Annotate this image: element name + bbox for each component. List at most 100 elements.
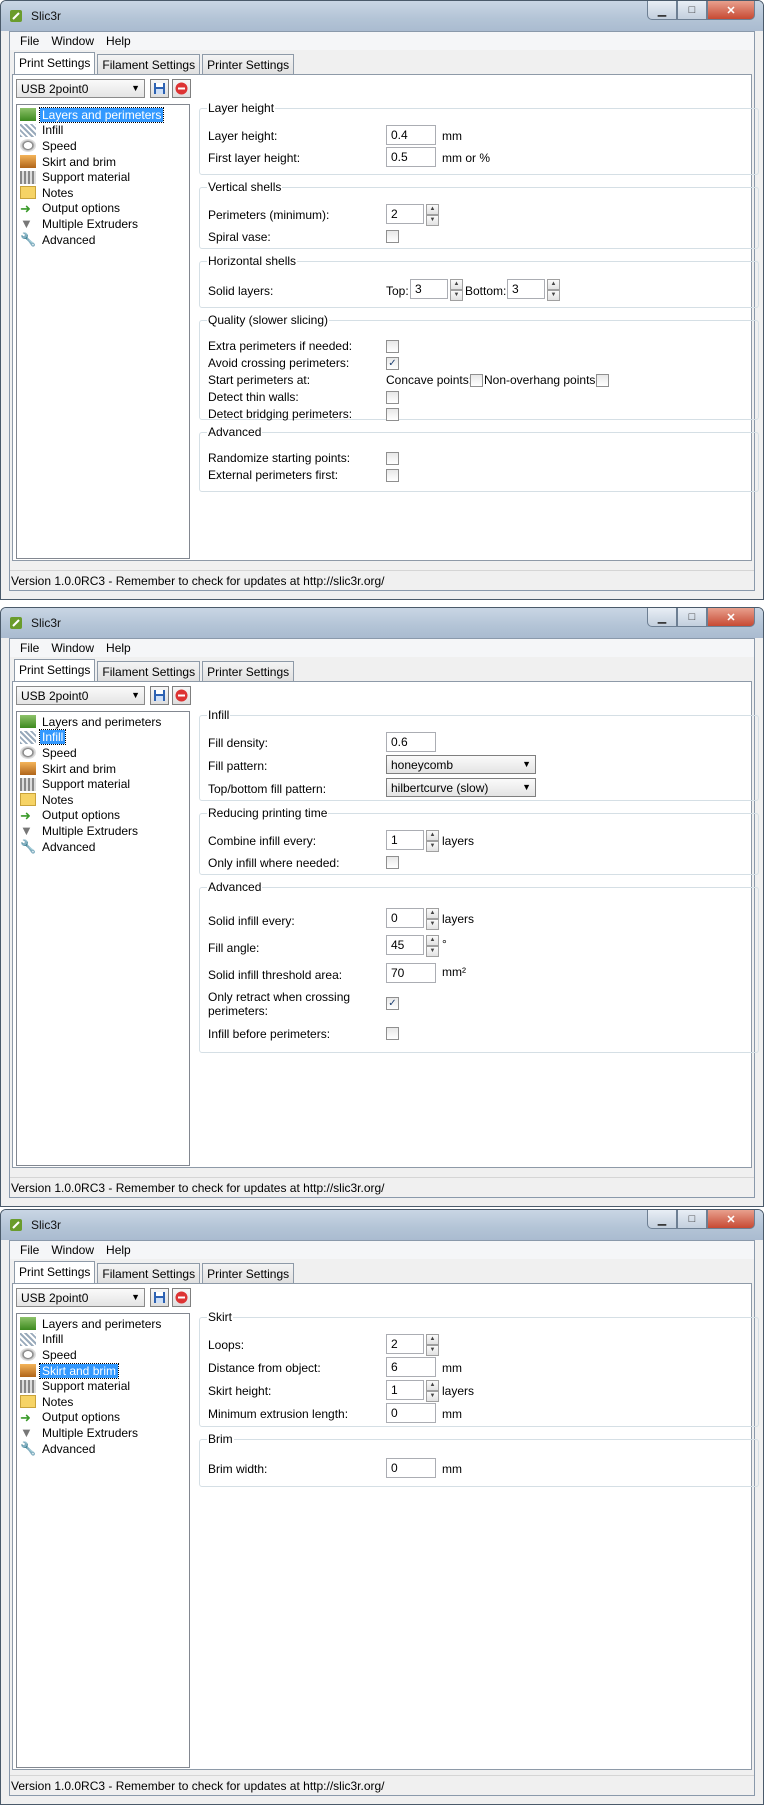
menu-help[interactable]: Help [100, 639, 137, 657]
top-bottom-pattern-select[interactable]: hilbertcurve (slow) ▼ [386, 778, 536, 797]
tree-item-notes[interactable]: Notes [17, 792, 189, 808]
perimeters-spinner[interactable]: ▲ ▼ [426, 204, 439, 226]
preset-select[interactable]: USB 2point0 ▼ [16, 1288, 145, 1307]
tree-item-speed[interactable]: Speed [17, 1347, 189, 1363]
solid-threshold-input[interactable]: 70 [386, 963, 436, 983]
tree-item-speed[interactable]: Speed [17, 138, 189, 154]
delete-preset-button[interactable] [172, 1288, 191, 1307]
tab-print-settings[interactable]: Print Settings [14, 1261, 96, 1283]
perimeters-input[interactable]: 2 [386, 204, 424, 224]
tree-item-extruders[interactable]: ▼ Multiple Extruders [17, 216, 189, 232]
solid-infill-every-spinner[interactable]: ▲ ▼ [426, 908, 439, 930]
infill-before-perimeters-checkbox[interactable] [386, 1027, 399, 1040]
tab-filament-settings[interactable]: Filament Settings [97, 661, 201, 681]
title-bar[interactable]: Slic3r ▁ □ ✕ [1, 1, 763, 31]
minimize-button[interactable]: ▁ [647, 1, 677, 20]
tree-item-skirt[interactable]: Skirt and brim [17, 1362, 189, 1379]
tree-item-advanced[interactable]: 🔧 Advanced [17, 1441, 189, 1457]
tab-printer-settings[interactable]: Printer Settings [202, 661, 295, 681]
tree-item-infill[interactable]: Infill [17, 729, 189, 746]
tree-item-support[interactable]: Support material [17, 1378, 189, 1394]
loops-input[interactable]: 2 [386, 1334, 424, 1354]
fill-pattern-select[interactable]: honeycomb ▼ [386, 755, 536, 774]
min-extrusion-input[interactable]: 0 [386, 1403, 436, 1423]
tree-item-output[interactable]: ➜ Output options [17, 1410, 189, 1426]
loops-spinner[interactable]: ▲ ▼ [426, 1334, 439, 1356]
first-layer-height-input[interactable]: 0.5 [386, 147, 436, 167]
tree-item-extruders[interactable]: ▼ Multiple Extruders [17, 823, 189, 839]
save-preset-button[interactable] [150, 686, 169, 705]
spiral-vase-checkbox[interactable] [386, 230, 399, 243]
concave-points-checkbox[interactable] [470, 374, 483, 387]
tab-filament-settings[interactable]: Filament Settings [97, 1263, 201, 1283]
maximize-button[interactable]: □ [677, 1210, 707, 1229]
minimize-button[interactable]: ▁ [647, 1210, 677, 1229]
brim-width-input[interactable]: 0 [386, 1458, 436, 1478]
fill-angle-input[interactable]: 45 [386, 935, 424, 955]
tree-item-speed[interactable]: Speed [17, 745, 189, 761]
preset-select[interactable]: USB 2point0 ▼ [16, 686, 145, 705]
maximize-button[interactable]: □ [677, 1, 707, 20]
minimize-button[interactable]: ▁ [647, 608, 677, 627]
close-button[interactable]: ✕ [707, 1, 755, 20]
close-button[interactable]: ✕ [707, 1210, 755, 1229]
non-overhang-checkbox[interactable] [596, 374, 609, 387]
tab-printer-settings[interactable]: Printer Settings [202, 54, 295, 74]
title-bar[interactable]: Slic3r ▁ □ ✕ [1, 608, 763, 638]
tab-printer-settings[interactable]: Printer Settings [202, 1263, 295, 1283]
top-layers-input[interactable]: 3 [410, 279, 448, 299]
tree-item-output[interactable]: ➜ Output options [17, 201, 189, 217]
tree-item-advanced[interactable]: 🔧 Advanced [17, 839, 189, 855]
tree-item-infill[interactable]: Infill [17, 123, 189, 139]
fill-density-input[interactable]: 0.6 [386, 732, 436, 752]
randomize-checkbox[interactable] [386, 452, 399, 465]
external-first-checkbox[interactable] [386, 469, 399, 482]
menu-file[interactable]: File [14, 32, 45, 50]
layer-height-input[interactable]: 0.4 [386, 125, 436, 145]
skirt-height-input[interactable]: 1 [386, 1380, 424, 1400]
solid-infill-every-input[interactable]: 0 [386, 908, 424, 928]
save-preset-button[interactable] [150, 79, 169, 98]
tab-print-settings[interactable]: Print Settings [14, 52, 96, 74]
menu-window[interactable]: Window [45, 32, 100, 50]
bottom-layers-input[interactable]: 3 [507, 279, 545, 299]
tree-item-layers[interactable]: Layers and perimeters [17, 106, 189, 123]
only-retract-checkbox[interactable]: ✓ [386, 997, 399, 1010]
delete-preset-button[interactable] [172, 79, 191, 98]
tree-item-output[interactable]: ➜ Output options [17, 808, 189, 824]
menu-window[interactable]: Window [45, 1241, 100, 1259]
tree-item-layers[interactable]: Layers and perimeters [17, 714, 189, 730]
preset-select[interactable]: USB 2point0 ▼ [16, 79, 145, 98]
tree-item-skirt[interactable]: Skirt and brim [17, 761, 189, 777]
top-layers-spinner[interactable]: ▲ ▼ [450, 279, 463, 301]
bottom-layers-spinner[interactable]: ▲ ▼ [547, 279, 560, 301]
distance-input[interactable]: 6 [386, 1357, 436, 1377]
tree-item-advanced[interactable]: 🔧 Advanced [17, 232, 189, 248]
tab-print-settings[interactable]: Print Settings [14, 659, 96, 681]
tree-item-support[interactable]: Support material [17, 169, 189, 185]
tree-item-support[interactable]: Support material [17, 776, 189, 792]
close-button[interactable]: ✕ [707, 608, 755, 627]
only-infill-needed-checkbox[interactable] [386, 856, 399, 869]
delete-preset-button[interactable] [172, 686, 191, 705]
tree-item-extruders[interactable]: ▼ Multiple Extruders [17, 1425, 189, 1441]
title-bar[interactable]: Slic3r ▁ □ ✕ [1, 1210, 763, 1240]
fill-angle-spinner[interactable]: ▲ ▼ [426, 935, 439, 957]
tree-item-layers[interactable]: Layers and perimeters [17, 1316, 189, 1332]
skirt-height-spinner[interactable]: ▲ ▼ [426, 1380, 439, 1402]
tree-item-notes[interactable]: Notes [17, 1394, 189, 1410]
save-preset-button[interactable] [150, 1288, 169, 1307]
maximize-button[interactable]: □ [677, 608, 707, 627]
tree-item-skirt[interactable]: Skirt and brim [17, 154, 189, 170]
bridging-checkbox[interactable] [386, 408, 399, 421]
menu-help[interactable]: Help [100, 32, 137, 50]
tree-item-notes[interactable]: Notes [17, 185, 189, 201]
menu-window[interactable]: Window [45, 639, 100, 657]
menu-file[interactable]: File [14, 639, 45, 657]
combine-infill-spinner[interactable]: ▲ ▼ [426, 830, 439, 852]
tab-filament-settings[interactable]: Filament Settings [97, 54, 201, 74]
menu-file[interactable]: File [14, 1241, 45, 1259]
avoid-crossing-checkbox[interactable]: ✓ [386, 357, 399, 370]
tree-item-infill[interactable]: Infill [17, 1332, 189, 1348]
combine-infill-input[interactable]: 1 [386, 830, 424, 850]
